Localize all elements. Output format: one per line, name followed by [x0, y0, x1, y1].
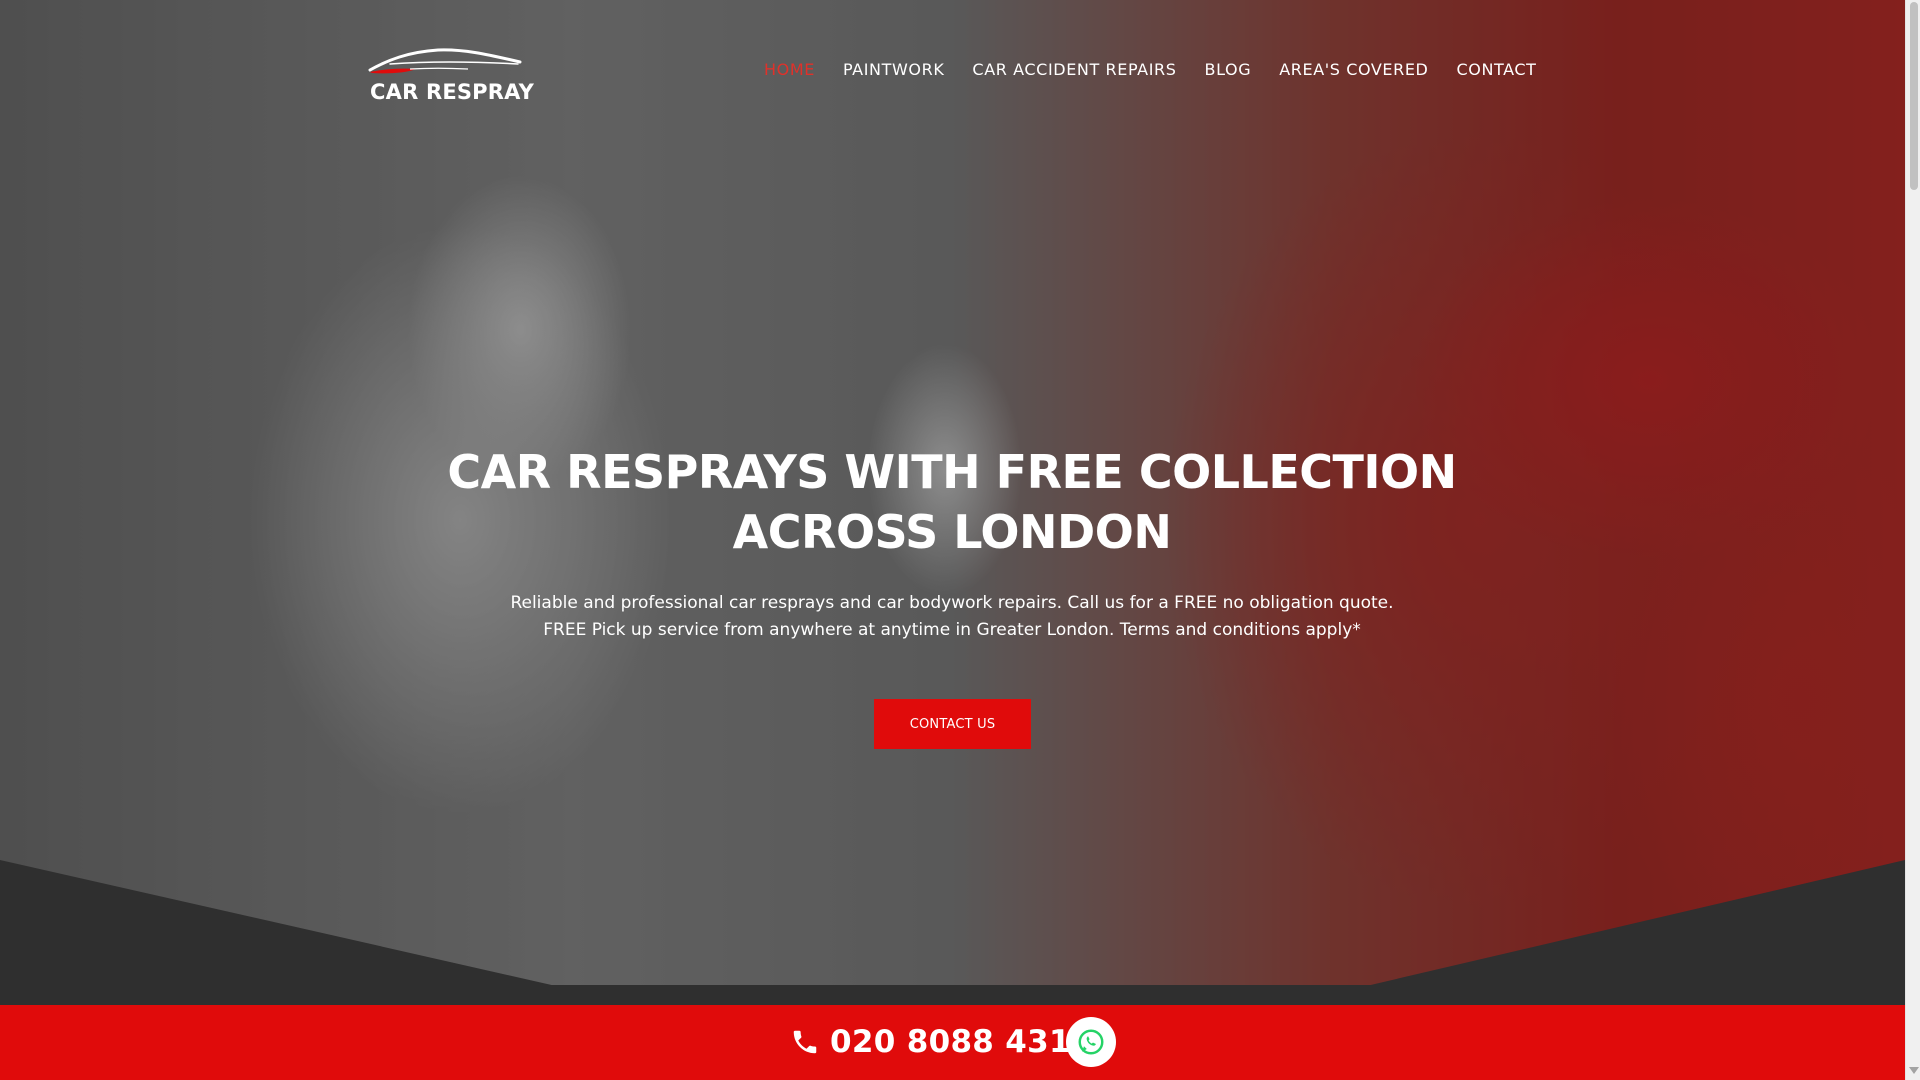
- hero-title: CAR RESPRAYS WITH FREE COLLECTION ACROSS…: [352, 442, 1552, 562]
- nav-item-contact[interactable]: CONTACT: [1456, 60, 1536, 79]
- hero-subtitle: Reliable and professional car resprays a…: [352, 590, 1552, 644]
- car-logo-icon: [368, 48, 522, 74]
- page-viewport: CAR RESPRAY HOME PAINTWORK CAR ACCIDENT …: [0, 0, 1905, 1080]
- nav-item-areas-covered[interactable]: AREA'S COVERED: [1279, 60, 1428, 79]
- hero-divider-right: [1285, 860, 1905, 1005]
- whatsapp-button[interactable]: [1066, 1017, 1116, 1067]
- hero-subtitle-line-1: Reliable and professional car resprays a…: [510, 593, 1394, 613]
- nav-item-blog[interactable]: BLOG: [1205, 60, 1252, 79]
- hero-title-line-1: CAR RESPRAYS WITH FREE COLLECTION: [447, 445, 1457, 499]
- hero-title-line-2: ACROSS LONDON: [732, 505, 1172, 559]
- whatsapp-icon: [1078, 1029, 1104, 1055]
- hero-divider-left: [0, 860, 640, 1005]
- phone-icon: [793, 1030, 817, 1054]
- phone-number: 020 8088 4319: [830, 1024, 1093, 1060]
- hero-divider-bottom: [0, 985, 1905, 1005]
- nav-item-paintwork[interactable]: PAINTWORK: [843, 60, 944, 79]
- hero-subtitle-line-2: FREE Pick up service from anywhere at an…: [543, 620, 1361, 640]
- nav-item-home[interactable]: HOME: [764, 60, 815, 79]
- site-logo[interactable]: CAR RESPRAY: [368, 40, 534, 110]
- logo-wordmark: CAR RESPRAY: [370, 80, 534, 104]
- page-scrollbar[interactable]: [1905, 0, 1920, 1080]
- main-navigation: HOME PAINTWORK CAR ACCIDENT REPAIRS BLOG…: [764, 60, 1537, 79]
- phone-call-link[interactable]: 020 8088 4319: [790, 1015, 1093, 1069]
- contact-us-button[interactable]: CONTACT US: [874, 699, 1031, 749]
- scrollbar-thumb[interactable]: [1910, 2, 1918, 190]
- scroll-down-arrow-icon[interactable]: [1909, 1067, 1919, 1074]
- nav-item-car-accident-repairs[interactable]: CAR ACCIDENT REPAIRS: [972, 60, 1176, 79]
